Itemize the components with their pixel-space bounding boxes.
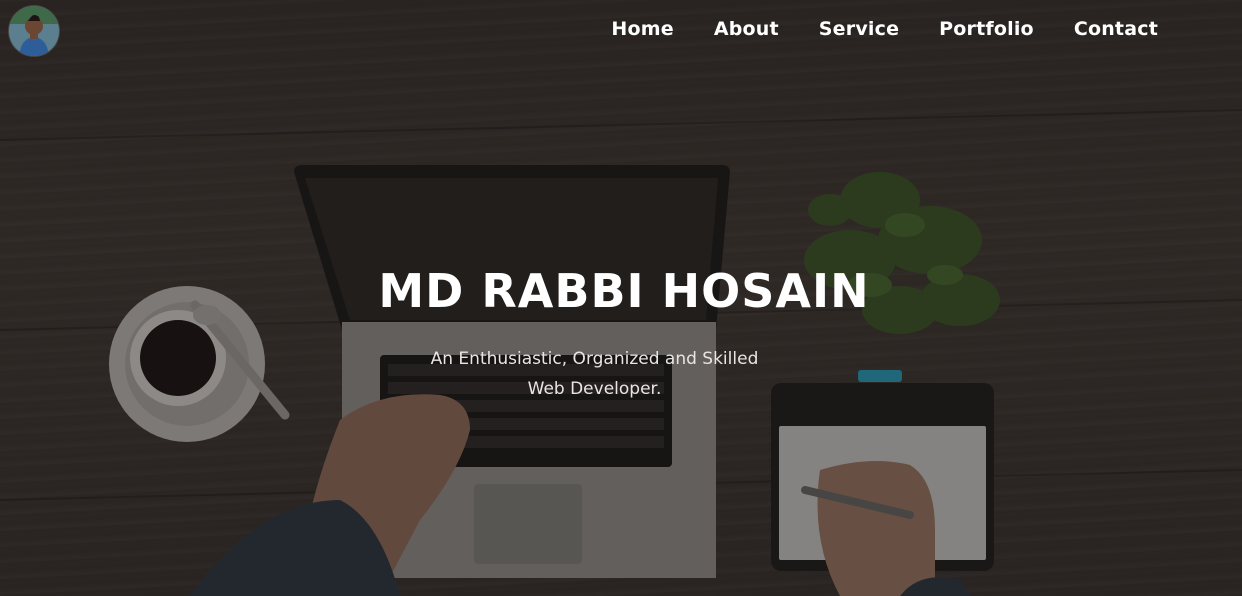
navbar: Home About Service Portfolio Contact [0, 0, 1242, 64]
hero-section: Home About Service Portfolio Contact MD … [0, 0, 1242, 596]
hero-subtitle: An Enthusiastic, Organized and Skilled W… [430, 349, 759, 399]
nav-link-contact[interactable]: Contact [1074, 18, 1158, 40]
nav-link-service[interactable]: Service [819, 18, 899, 40]
nav-item-home: Home [611, 18, 673, 40]
avatar[interactable] [9, 6, 59, 56]
nav-item-about: About [714, 18, 779, 40]
profile-photo-icon [9, 6, 59, 56]
nav-link-home[interactable]: Home [611, 18, 673, 40]
nav-item-service: Service [819, 18, 899, 40]
nav-link-portfolio[interactable]: Portfolio [939, 18, 1034, 40]
nav-item-portfolio: Portfolio [939, 18, 1034, 40]
nav-links: Home About Service Portfolio Contact [611, 18, 1158, 40]
nav-link-about[interactable]: About [714, 18, 779, 40]
hero-title: MD RABBI HOSAIN [378, 264, 870, 318]
nav-item-contact: Contact [1074, 18, 1158, 40]
